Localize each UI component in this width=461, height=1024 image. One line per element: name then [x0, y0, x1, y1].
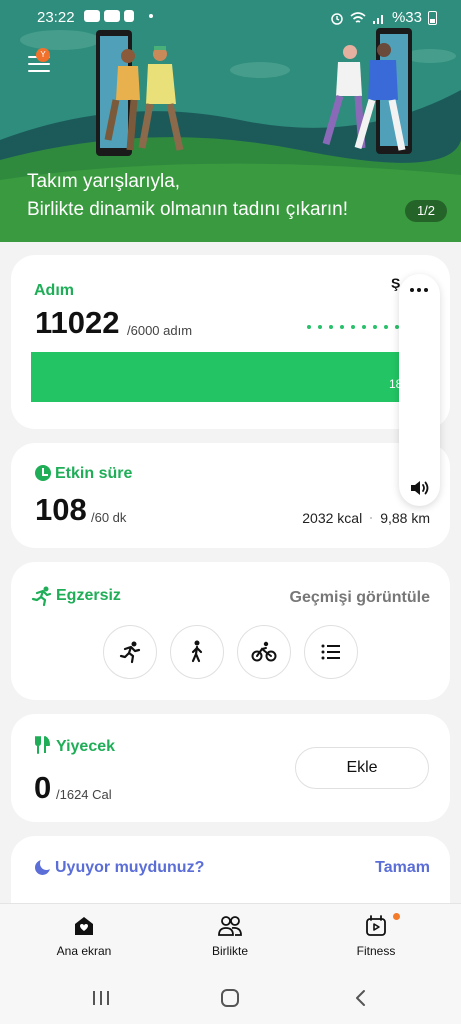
volume-slider[interactable]: [417, 314, 422, 474]
promo-banner[interactable]: 23:22 %33 Y Takım yarışlarıyla, Birlikte…: [0, 0, 461, 242]
active-value: 108: [35, 492, 87, 527]
signal-icon: [372, 14, 383, 24]
steps-progress-bar: 183: [31, 352, 409, 402]
active-time-card[interactable]: Etkin süre 108 /60 dk 2032 kcal 9,88 km: [11, 443, 450, 548]
recent-apps-icon[interactable]: [91, 988, 111, 1008]
history-dot: [307, 325, 311, 329]
home-button-icon[interactable]: [220, 988, 240, 1008]
separator-dot: [370, 517, 373, 519]
active-stats: 2032 kcal 9,88 km: [302, 510, 430, 526]
exercise-card[interactable]: Egzersiz Geçmişi görüntüle: [11, 562, 450, 700]
nav-home[interactable]: Ana ekran: [24, 914, 144, 958]
nav-fitness[interactable]: Fitness: [316, 914, 436, 958]
history-dot: [318, 325, 322, 329]
steps-card[interactable]: Adım Ş 11022 /6000 adım 183: [11, 255, 450, 429]
nav-together-label: Birlikte: [211, 944, 248, 958]
battery-percent: %33: [391, 9, 422, 26]
food-card[interactable]: Yiyecek 0 /1624 Cal Ekle: [11, 714, 450, 822]
status-bar: 23:22 %33: [0, 0, 461, 34]
steps-progress-fill: [31, 352, 409, 402]
youtube-icon: [104, 10, 120, 22]
back-icon[interactable]: [351, 988, 371, 1008]
active-kcal: 2032 kcal: [302, 510, 363, 526]
fitness-icon: [366, 915, 386, 936]
page-indicator: 1/2: [405, 200, 447, 222]
moon-icon: [35, 857, 53, 875]
banner-text: Takım yarışlarıyla, Birlikte dinamik olm…: [27, 168, 348, 224]
cycling-button[interactable]: [237, 625, 291, 679]
cycling-icon: [251, 641, 277, 662]
history-dot: [351, 325, 355, 329]
more-exercises-button[interactable]: [304, 625, 358, 679]
running-icon: [31, 586, 52, 607]
steps-goal: /6000 adım: [127, 323, 193, 338]
add-food-button[interactable]: Ekle: [295, 747, 429, 789]
notification-icons: [84, 10, 134, 22]
list-icon: [321, 644, 340, 660]
menu-icon-line: [28, 63, 50, 65]
food-value: 0: [34, 770, 52, 805]
steps-value: 11022: [35, 305, 120, 340]
sleep-question: Uyuyor muydunuz?: [55, 859, 205, 876]
nav-home-label: Ana ekran: [56, 944, 112, 958]
history-dot: [373, 325, 377, 329]
walking-button[interactable]: [170, 625, 224, 679]
bottom-nav: Ana ekran Birlikte Fitness: [0, 903, 461, 975]
active-title: Etkin süre: [55, 465, 133, 482]
system-nav: [0, 975, 461, 1024]
sleep-ok-button[interactable]: Tamam: [375, 859, 430, 877]
app-notification-icon: [124, 10, 134, 22]
more-options-icon[interactable]: [410, 288, 428, 292]
exercise-title: Egzersiz: [56, 587, 121, 604]
history-dot: [384, 325, 388, 329]
speaker-icon[interactable]: [409, 478, 431, 498]
steps-title: Adım: [34, 282, 74, 299]
more-dot: [424, 288, 428, 292]
wifi-icon: [350, 11, 366, 23]
running-button[interactable]: [103, 625, 157, 679]
volume-panel[interactable]: [399, 274, 440, 506]
fitness-notification-dot: [393, 913, 400, 920]
battery-icon: [428, 10, 437, 25]
banner-line-1: Takım yarışlarıyla,: [27, 171, 181, 192]
status-time: 23:22: [37, 9, 75, 26]
active-goal: /60 dk: [91, 510, 127, 525]
nav-fitness-label: Fitness: [356, 944, 396, 958]
history-dot: [362, 325, 366, 329]
history-dot: [340, 325, 344, 329]
more-dot: [417, 288, 421, 292]
more-dot: [410, 288, 414, 292]
menu-icon-line: [28, 70, 50, 72]
people-icon: [218, 916, 242, 936]
clock-icon: [35, 465, 51, 481]
profile-badge: Y: [36, 48, 50, 62]
active-distance: 9,88 km: [380, 510, 430, 526]
status-right: %33: [330, 9, 437, 26]
more-notifications-icon: [149, 14, 153, 18]
running-icon: [119, 641, 141, 664]
fork-knife-icon: [35, 736, 50, 754]
alarm-icon: [331, 12, 343, 25]
nav-together[interactable]: Birlikte: [170, 914, 290, 958]
banner-line-2: Birlikte dinamik olmanın tadını çıkarın!: [27, 199, 349, 220]
youtube-icon: [84, 10, 100, 22]
food-title: Yiyecek: [56, 738, 116, 755]
history-dot: [329, 325, 333, 329]
exercise-history-link[interactable]: Geçmişi görüntüle: [290, 589, 430, 607]
walking-icon: [191, 640, 203, 663]
food-goal: /1624 Cal: [56, 787, 112, 802]
home-icon: [75, 917, 93, 935]
